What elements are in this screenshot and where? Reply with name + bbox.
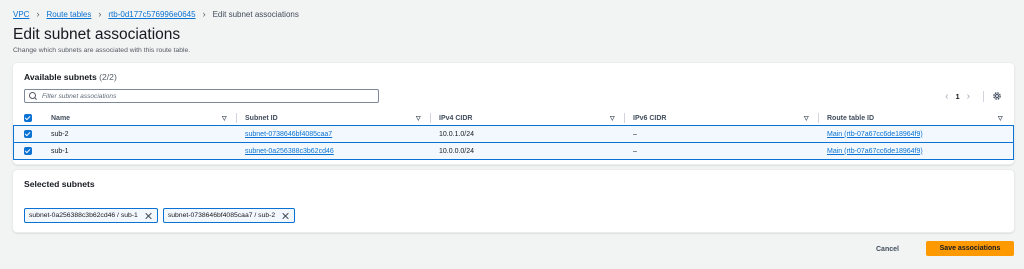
selected-token: subnet-0738646bf4085caa7 / sub-2 <box>162 208 296 223</box>
row-subnet-id-link[interactable]: subnet-0a256388c3b62cd46 <box>245 143 334 159</box>
column-header-ipv4-cidr[interactable]: IPv4 CIDR <box>439 110 472 126</box>
page-description: Change which subnets are associated with… <box>13 47 191 54</box>
row-subnet-id-link[interactable]: subnet-0738646bf4085caa7 <box>245 126 332 142</box>
row-route-table-link[interactable]: Main (rtb-07a67cc6de18964f9) <box>827 126 923 142</box>
available-subnets-header: Available subnets (2/2) <box>24 72 117 82</box>
breadcrumb-route-table-id[interactable]: rtb-0d177c576996e0645 <box>108 10 195 19</box>
close-icon[interactable] <box>145 212 152 219</box>
current-page-number[interactable]: 1 <box>955 92 959 101</box>
breadcrumb-current: Edit subnet associations <box>212 9 299 19</box>
next-page-icon[interactable]: › <box>967 91 970 102</box>
row-checkbox-sub-2[interactable] <box>24 130 32 138</box>
breadcrumb-vpc[interactable]: VPC <box>13 10 29 19</box>
gear-icon[interactable] <box>992 91 1002 101</box>
table-header: Name ▽ Subnet ID ▽ IPv4 CIDR ▽ IPv6 CIDR… <box>13 110 1014 126</box>
filter-subnet-input[interactable] <box>42 92 362 100</box>
column-separator <box>430 113 431 123</box>
row-ipv4-cidr: 10.0.1.0/24 <box>439 130 475 138</box>
chevron-right-icon: › <box>202 8 206 19</box>
row-ipv6-cidr: – <box>633 130 637 138</box>
chevron-right-icon: › <box>36 8 40 19</box>
selected-token-label: subnet-0738646bf4085caa7 / sub-2 <box>167 212 276 219</box>
table-row[interactable]: sub-1 subnet-0a256388c3b62cd46 10.0.0.0/… <box>13 142 1014 160</box>
selected-subnets-panel: Selected subnets subnet-0a256388c3b62cd4… <box>13 170 1014 232</box>
row-route-table-link[interactable]: Main (rtb-07a67cc6de18964f9) <box>827 143 923 159</box>
cancel-button[interactable]: Cancel <box>876 242 899 256</box>
row-ipv4-cidr: 10.0.0.0/24 <box>439 147 475 155</box>
column-separator <box>818 113 819 123</box>
subnets-table: Name ▽ Subnet ID ▽ IPv4 CIDR ▽ IPv6 CIDR… <box>13 110 1014 160</box>
column-header-name[interactable]: Name <box>51 110 70 126</box>
column-separator <box>624 113 625 123</box>
available-subnets-panel: Available subnets (2/2) ‹ 1 › Name ▽ Sub… <box>13 63 1014 164</box>
select-all-checkbox[interactable] <box>24 114 32 122</box>
selected-token-label: subnet-0a256388c3b62cd46 / sub-1 <box>29 212 138 219</box>
filter-search-box[interactable] <box>24 89 379 103</box>
selected-token: subnet-0a256388c3b62cd46 / sub-1 <box>24 208 158 223</box>
breadcrumb-route-tables[interactable]: Route tables <box>46 10 91 19</box>
available-subnets-count: (2/2) <box>99 72 117 82</box>
table-row[interactable]: sub-2 subnet-0738646bf4085caa7 10.0.1.0/… <box>13 125 1014 143</box>
pagination: ‹ 1 › <box>938 90 1002 102</box>
close-icon[interactable] <box>282 212 289 219</box>
save-associations-button[interactable]: Save associations <box>926 241 1014 256</box>
pager-divider <box>983 90 984 102</box>
row-name: sub-1 <box>51 147 69 155</box>
row-name: sub-2 <box>51 130 69 138</box>
row-checkbox-sub-1[interactable] <box>24 147 32 155</box>
available-subnets-title: Available subnets <box>24 72 97 82</box>
search-icon <box>29 92 37 100</box>
column-header-subnet-id[interactable]: Subnet ID <box>245 110 278 126</box>
column-header-route-table-id[interactable]: Route table ID <box>827 110 874 126</box>
page-title: Edit subnet associations <box>13 26 181 43</box>
chevron-right-icon: › <box>98 8 102 19</box>
previous-page-icon[interactable]: ‹ <box>945 91 948 102</box>
selected-subnets-title: Selected subnets <box>24 179 95 189</box>
breadcrumb: VPC › Route tables › rtb-0d177c576996e06… <box>13 8 299 20</box>
selected-subnet-tokens: subnet-0a256388c3b62cd46 / sub-1 subnet-… <box>24 208 296 223</box>
row-ipv6-cidr: – <box>633 147 637 155</box>
column-separator <box>236 113 237 123</box>
column-header-ipv6-cidr[interactable]: IPv6 CIDR <box>633 110 666 126</box>
